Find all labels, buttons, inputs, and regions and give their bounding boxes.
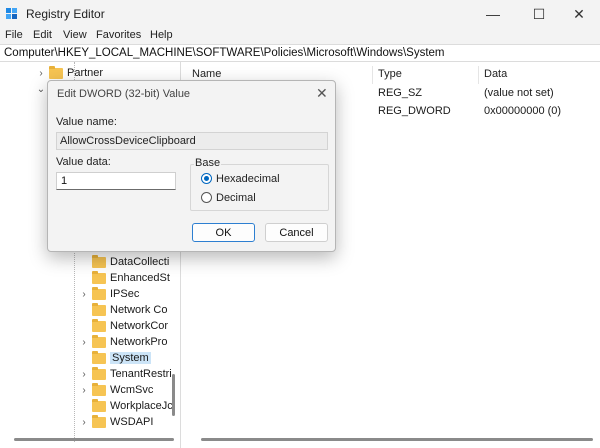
chevron-right-icon[interactable]: › (79, 417, 89, 428)
hexadecimal-radio[interactable] (201, 173, 212, 184)
chevron-right-icon[interactable]: › (79, 289, 89, 300)
address-path[interactable]: Computer\HKEY_LOCAL_MACHINE\SOFTWARE\Pol… (4, 47, 445, 59)
tree-item-wcmsvc[interactable]: › WcmSvc (79, 382, 153, 398)
ok-button[interactable]: OK (192, 223, 255, 242)
value-row-2-type[interactable]: REG_DWORD (378, 105, 451, 117)
column-divider[interactable] (478, 66, 479, 84)
column-divider[interactable] (372, 66, 373, 84)
column-header-name[interactable]: Name (192, 68, 221, 80)
tree-item-enhancedstorage[interactable]: EnhancedSt (79, 270, 170, 286)
edit-dword-dialog: Edit DWORD (32-bit) Value ✕ Value name: … (47, 80, 336, 252)
hexadecimal-radio-label[interactable]: Hexadecimal (216, 173, 280, 185)
tree-item-expanded-parent[interactable]: ⌄ (36, 81, 46, 97)
folder-icon (49, 65, 63, 79)
tree-item-wsdapi[interactable]: › WSDAPI (79, 414, 153, 430)
menu-bar: File Edit View Favorites Help (0, 28, 600, 44)
menu-edit[interactable]: Edit (33, 29, 52, 41)
tree-item-system[interactable]: System (79, 350, 151, 366)
cancel-button[interactable]: Cancel (265, 223, 328, 242)
folder-icon (92, 302, 106, 316)
folder-icon (92, 350, 106, 364)
tree-vertical-scrollbar[interactable] (172, 374, 175, 416)
value-row-2-data[interactable]: 0x00000000 (0) (484, 105, 561, 117)
dialog-title: Edit DWORD (32-bit) Value (57, 88, 191, 100)
value-data-input[interactable]: 1 (56, 172, 176, 190)
folder-icon (92, 382, 106, 396)
menu-favorites[interactable]: Favorites (96, 29, 141, 41)
chevron-right-icon[interactable]: › (36, 68, 46, 79)
base-groupbox (190, 164, 329, 211)
tree-horizontal-scrollbar[interactable] (14, 438, 174, 441)
folder-icon (92, 254, 106, 268)
decimal-radio[interactable] (201, 192, 212, 203)
column-header-data[interactable]: Data (484, 68, 507, 80)
value-row-1-type[interactable]: REG_SZ (378, 87, 422, 99)
tree-item-workplacejoin[interactable]: WorkplaceJc (79, 398, 173, 414)
tree-item-networkprovider[interactable]: › NetworkPro (79, 334, 167, 350)
address-bar[interactable]: Computer\HKEY_LOCAL_MACHINE\SOFTWARE\Pol… (0, 44, 600, 62)
value-name-field[interactable]: AllowCrossDeviceClipboard (56, 132, 328, 150)
tree-item-partner[interactable]: › Partner (36, 65, 103, 81)
registry-editor-app-icon (6, 8, 17, 19)
chevron-right-icon[interactable]: › (79, 337, 89, 348)
tree-item-datacollection[interactable]: DataCollecti (79, 254, 169, 270)
value-row-1-data[interactable]: (value not set) (484, 87, 554, 99)
folder-icon (92, 318, 106, 332)
title-bar: Registry Editor — ☐ ✕ (0, 0, 600, 28)
tree-item-ipsec[interactable]: › IPSec (79, 286, 139, 302)
dialog-close-icon[interactable]: ✕ (316, 85, 328, 102)
chevron-down-icon[interactable]: ⌄ (36, 84, 46, 95)
values-horizontal-scrollbar[interactable] (201, 438, 593, 441)
minimize-button[interactable]: — (470, 0, 516, 28)
menu-file[interactable]: File (5, 29, 23, 41)
tree-item-network-connections[interactable]: Network Co (79, 302, 167, 318)
menu-view[interactable]: View (63, 29, 87, 41)
base-group-label: Base (194, 157, 222, 169)
chevron-right-icon[interactable]: › (79, 369, 89, 380)
window-title: Registry Editor (26, 7, 105, 21)
folder-icon (92, 366, 106, 380)
value-data-label: Value data: (56, 156, 111, 168)
folder-icon (92, 286, 106, 300)
value-name-label: Value name: (56, 116, 117, 128)
menu-help[interactable]: Help (150, 29, 173, 41)
folder-icon (92, 270, 106, 284)
column-header-type[interactable]: Type (378, 68, 402, 80)
folder-icon (92, 398, 106, 412)
chevron-right-icon[interactable]: › (79, 385, 89, 396)
tree-item-networkconnectivity[interactable]: NetworkCor (79, 318, 168, 334)
close-window-button[interactable]: ✕ (556, 0, 600, 28)
folder-icon (92, 414, 106, 428)
decimal-radio-label[interactable]: Decimal (216, 192, 256, 204)
folder-icon (92, 334, 106, 348)
tree-item-tenantrestrictions[interactable]: › TenantRestri (79, 366, 172, 382)
